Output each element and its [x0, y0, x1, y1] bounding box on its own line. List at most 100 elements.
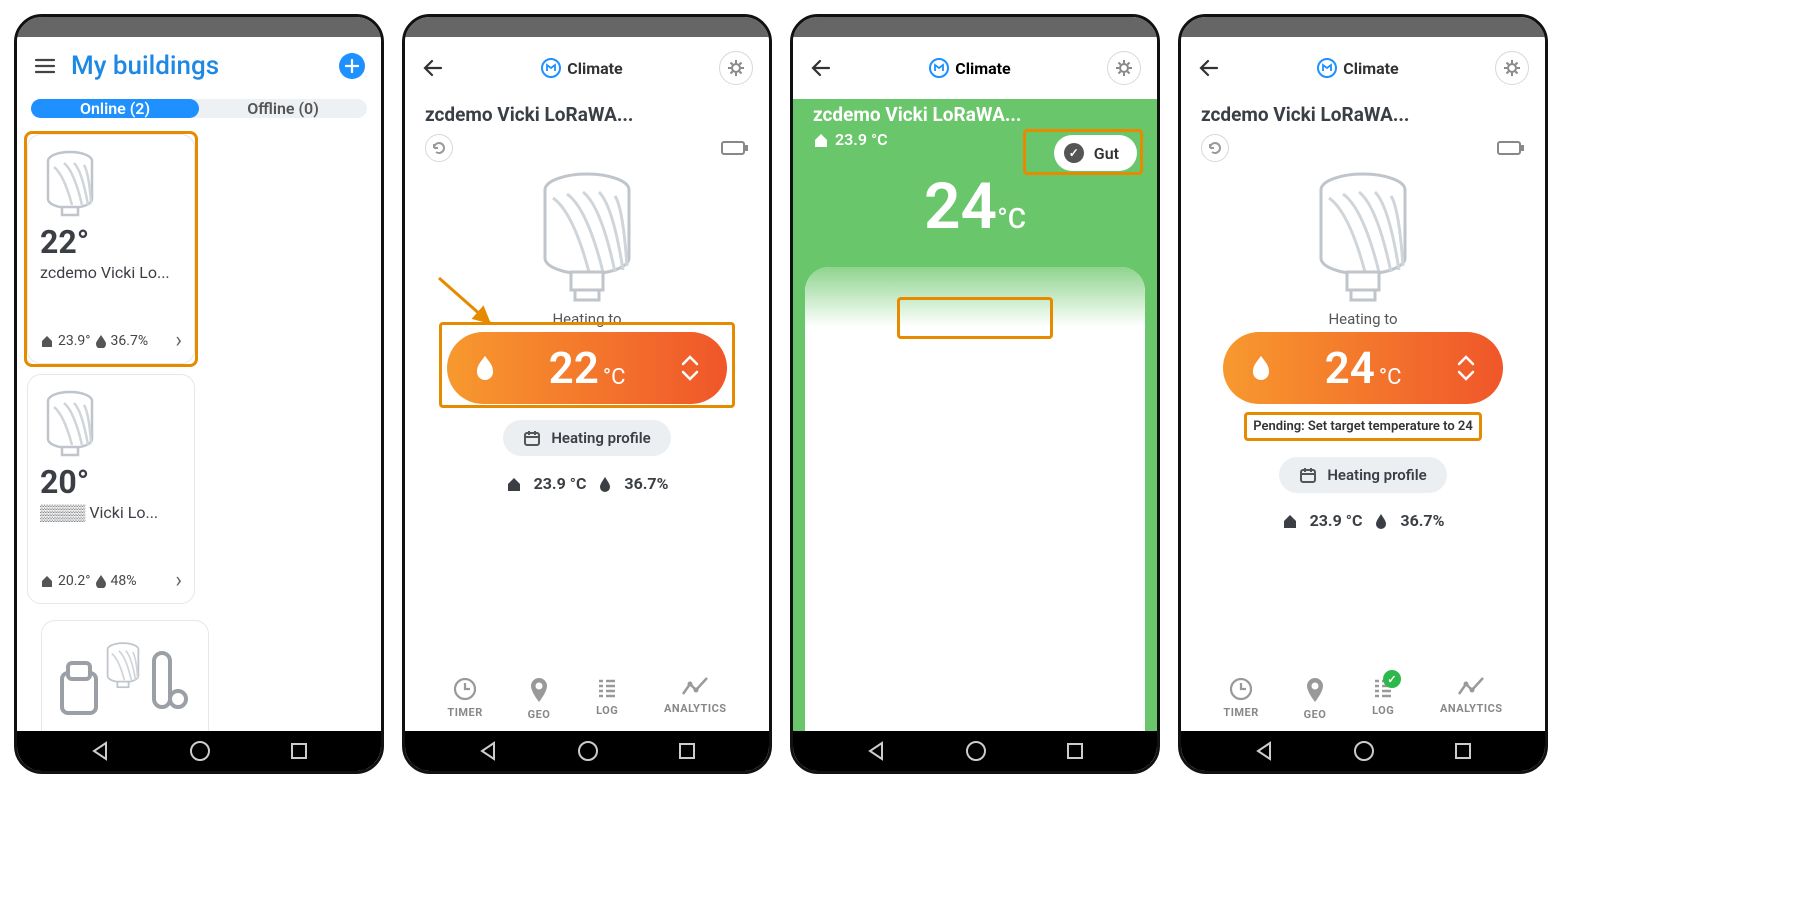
- refresh-button[interactable]: [1201, 134, 1229, 162]
- device-title: zcdemo Vicki LoRaWA...: [793, 99, 1157, 130]
- settings-button[interactable]: [1495, 51, 1529, 85]
- brand-header: Climate: [929, 58, 1010, 78]
- check-badge-icon: ✓: [1383, 670, 1401, 688]
- nav-home-icon[interactable]: [577, 740, 599, 762]
- phone-screen-3: Climate zcdemo Vicki LoRaWA... 23.9 °C 2…: [790, 14, 1160, 774]
- temp-unit: °C: [1379, 365, 1402, 390]
- card-name: zcdemo Vicki Lo...: [40, 263, 182, 282]
- calendar-icon: [1299, 466, 1317, 484]
- online-offline-segment: Online (2) Offline (0): [31, 99, 367, 118]
- toast-good: ✓ Gut: [1054, 135, 1137, 171]
- home-icon: [1282, 513, 1298, 529]
- nav-home-icon[interactable]: [1353, 740, 1375, 762]
- brand-header: Climate: [1317, 58, 1398, 78]
- device-card-1[interactable]: 22° zcdemo Vicki Lo... 23.9° 36.7% ›: [27, 134, 195, 364]
- target-temp-control[interactable]: 24 °C: [1223, 332, 1503, 404]
- brand-header: Climate: [541, 58, 622, 78]
- card-name: ▒▒▒▒ Vicki Lo...: [40, 503, 182, 523]
- pending-message: Pending: Set target temperature to 24: [1244, 412, 1482, 441]
- heating-profile-button[interactable]: Heating profile: [1279, 457, 1446, 493]
- tab-online[interactable]: Online (2): [31, 99, 199, 118]
- battery-icon: [1497, 140, 1525, 156]
- phone-screen-4: Climate zcdemo Vicki LoRaWA... Heating t…: [1178, 14, 1548, 774]
- drop-icon: [95, 334, 107, 348]
- chevron-right-icon: ›: [175, 328, 182, 353]
- card-temp: 22°: [40, 223, 182, 261]
- m-logo-icon: [1317, 58, 1337, 78]
- page-title: My buildings: [71, 51, 339, 81]
- nav-back-icon[interactable]: [1253, 740, 1275, 762]
- trv-icon: [40, 389, 100, 459]
- log-action[interactable]: ✓LOG: [1371, 676, 1395, 721]
- battery-icon: [721, 140, 749, 156]
- pointer-arrow: [433, 274, 503, 334]
- nav-home-icon[interactable]: [189, 740, 211, 762]
- chevron-right-icon: ›: [175, 568, 182, 593]
- target-temp: 24: [1325, 342, 1375, 394]
- nav-recents-icon[interactable]: [1065, 741, 1085, 761]
- drop-icon: [598, 476, 612, 492]
- timer-action[interactable]: TIMER: [447, 676, 482, 721]
- home-icon: [813, 132, 829, 148]
- home-icon: [40, 334, 54, 348]
- back-button[interactable]: [809, 56, 833, 80]
- humidity: 48%: [111, 573, 137, 589]
- trv-image: [1181, 168, 1545, 308]
- back-button[interactable]: [1197, 56, 1221, 80]
- statusbar: [405, 17, 769, 37]
- home-icon: [506, 476, 522, 492]
- device-title: zcdemo Vicki LoRaWA...: [1181, 99, 1545, 134]
- timer-action[interactable]: TIMER: [1223, 676, 1258, 721]
- phone-screen-2: Climate zcdemo Vicki LoRaWA... Heating t…: [402, 14, 772, 774]
- indoor-temp: 20.2°: [58, 573, 91, 589]
- target-temp: 22: [549, 342, 599, 394]
- nav-home-icon[interactable]: [965, 740, 987, 762]
- refresh-button[interactable]: [425, 134, 453, 162]
- drop-icon: [95, 574, 107, 588]
- back-button[interactable]: [421, 56, 445, 80]
- phone-screen-1: My buildings Online (2) Offline (0) 22° …: [14, 14, 384, 774]
- nav-back-icon[interactable]: [865, 740, 887, 762]
- env-readings: 23.9 °C 36.7%: [1181, 511, 1545, 530]
- target-temp-control[interactable]: 22 °C: [447, 332, 727, 404]
- statusbar: [17, 17, 381, 37]
- temp-unit: °C: [603, 365, 626, 390]
- calendar-icon: [523, 429, 541, 447]
- updown-icon[interactable]: [679, 352, 701, 384]
- analytics-action[interactable]: ANALYTICS: [664, 676, 727, 721]
- device-card-2[interactable]: 20° ▒▒▒▒ Vicki Lo... 20.2° 48% ›: [27, 374, 195, 604]
- trv-icon: [40, 149, 100, 219]
- device-title: zcdemo Vicki LoRaWA...: [405, 99, 769, 134]
- analytics-action[interactable]: ANALYTICS: [1440, 676, 1503, 721]
- menu-icon[interactable]: [33, 54, 57, 78]
- add-button[interactable]: [339, 53, 365, 79]
- geo-action[interactable]: GEO: [1304, 676, 1327, 721]
- see-all-products-card[interactable]: See all products ›: [41, 620, 209, 731]
- nav-back-icon[interactable]: [89, 740, 111, 762]
- humidity: 36.7%: [111, 333, 149, 349]
- products-illustration: [54, 633, 194, 723]
- drop-icon: [1374, 513, 1388, 529]
- heating-to-label: Heating to: [1181, 310, 1545, 328]
- flame-icon: [1249, 354, 1273, 382]
- card-temp: 20°: [40, 463, 182, 501]
- statusbar: [1181, 17, 1545, 37]
- tab-offline[interactable]: Offline (0): [199, 99, 367, 118]
- geo-action[interactable]: GEO: [528, 676, 551, 721]
- heating-profile-button[interactable]: Heating profile: [503, 420, 670, 456]
- bottom-sheet[interactable]: [805, 267, 1145, 731]
- nav-back-icon[interactable]: [477, 740, 499, 762]
- check-icon: ✓: [1064, 143, 1084, 163]
- log-action[interactable]: LOG: [595, 676, 619, 721]
- env-readings: 23.9 °C 36.7%: [405, 474, 769, 493]
- updown-icon[interactable]: [1455, 352, 1477, 384]
- home-icon: [40, 574, 54, 588]
- settings-button[interactable]: [1107, 51, 1141, 85]
- big-temp: 24°C: [793, 169, 1157, 244]
- settings-button[interactable]: [719, 51, 753, 85]
- nav-recents-icon[interactable]: [289, 741, 309, 761]
- nav-recents-icon[interactable]: [1453, 741, 1473, 761]
- nav-recents-icon[interactable]: [677, 741, 697, 761]
- flame-icon: [473, 354, 497, 382]
- statusbar: [793, 17, 1157, 37]
